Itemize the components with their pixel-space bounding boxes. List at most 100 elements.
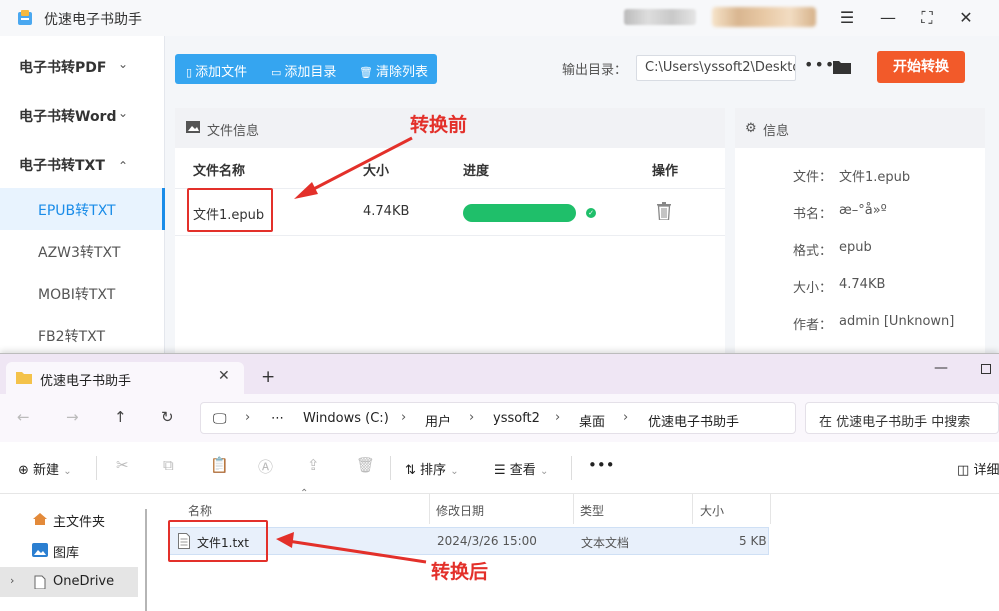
chevron-right-icon[interactable]: › [10,574,14,587]
sort-label: 排序 [420,463,447,478]
chevron-down-icon: ⌄ [63,466,72,477]
app-title: 优速电子书助手 [44,12,142,28]
clear-list-button[interactable]: 🗑 清除列表 [359,61,428,80]
nav-item-home[interactable]: 主文件夹 [0,504,138,534]
sidebar-item-label: AZW3转TXT [38,245,121,261]
more-options-button[interactable]: ••• [588,456,615,474]
sidebar-item-azw3-txt[interactable]: AZW3转TXT [0,230,165,272]
menu-icon[interactable]: ☰ [837,8,857,28]
image-icon [186,121,200,133]
browse-more-button[interactable]: ••• [804,55,835,74]
maximize-icon[interactable] [981,364,991,374]
explorer-command-bar: ⊕ 新建 ⌄ ✂ ⧉ 📋 Ⓐ ⇪ 🗑 ⇅ 排序 ⌄ ☰ 查看 ⌄ ••• ◫ 详… [0,442,999,494]
column-divider[interactable] [429,494,430,524]
sidebar-group-word[interactable]: 电子书转Word ⌄ [0,91,165,139]
column-header-type[interactable]: 类型 [580,502,604,519]
refresh-icon[interactable]: ↻ [161,408,174,426]
chevron-down-icon: ⌄ [450,466,459,477]
highlight-box-before [187,188,273,232]
folder-icon: ▭ [271,66,282,79]
divider [571,456,572,480]
gear-icon: ⚙ [745,121,757,136]
view-button[interactable]: ☰ 查看 ⌄ [494,459,548,478]
column-header-size[interactable]: 大小 [700,502,724,519]
new-label: 新建 [33,463,60,478]
info-row-size: 大小： 4.74KB [793,277,885,296]
sidebar-item-label: FB2转TXT [38,329,106,345]
up-icon[interactable]: ↑ [114,408,127,426]
details-button[interactable]: ◫ 详细 [957,459,999,478]
close-icon[interactable]: ✕ [956,8,976,28]
breadcrumb-separator: › [245,410,251,425]
column-header-date[interactable]: 修改日期 [436,502,484,519]
column-divider[interactable] [573,494,574,524]
chevron-down-icon: ⌄ [539,466,549,477]
share-icon[interactable]: ⇪ [307,456,320,474]
copy-icon[interactable]: ⧉ [163,456,174,474]
column-header-name[interactable]: 名称 [188,502,212,519]
view-label: 查看 [509,463,536,478]
back-icon[interactable]: ← [17,408,30,426]
explorer-address-bar: ← → ↑ ↻ 🖵 › ⋯ Windows (C:) › 用户 › yssoft… [0,394,999,442]
sidebar-item-label: EPUB转TXT [38,203,116,219]
column-header-action: 操作 [652,164,679,179]
minimize-icon[interactable]: — [878,8,898,28]
search-input[interactable]: 在 优速电子书助手 中搜索 [805,402,999,434]
close-tab-icon[interactable]: ✕ [218,368,230,384]
nav-pane-scrollbar[interactable] [145,509,147,611]
add-file-label: 添加文件 [195,65,248,80]
plus-circle-icon: ⊕ [18,463,29,478]
add-file-button[interactable]: ▯ 添加文件 [186,61,247,80]
breadcrumb-user[interactable]: yssoft2 [493,411,540,426]
info-row-title: 书名： æ–°å»º [793,203,887,222]
view-icon: ☰ [494,463,506,478]
explorer-nav-pane: 主文件夹 图库 › OneDrive [0,494,145,611]
info-value: æ–°å»º [839,203,887,218]
arrow-annotation-before [294,136,413,199]
folder-icon [16,372,32,384]
address-input[interactable]: 🖵 › ⋯ Windows (C:) › 用户 › yssoft2 › 桌面 ›… [200,402,796,434]
rename-icon[interactable]: Ⓐ [258,456,273,477]
sort-ascending-icon: ⌃ [300,488,309,499]
forward-icon[interactable]: → [66,408,79,426]
explorer-tab[interactable]: 优速电子书助手 ✕ [6,362,244,394]
file-modified: 2024/3/26 15:00 [437,534,537,548]
nav-item-gallery[interactable]: 图库 [0,535,138,565]
new-tab-icon[interactable]: + [261,367,275,387]
breadcrumb-drive[interactable]: Windows (C:) [303,411,389,426]
breadcrumb-separator: › [401,410,407,425]
sidebar-group-label: 电子书转TXT [19,158,105,174]
breadcrumb-desktop[interactable]: 桌面 [579,411,605,430]
output-dir-input[interactable]: C:\Users\yssoft2\Desktop [636,55,796,81]
arrow-annotation-after [276,532,427,564]
breadcrumb-users[interactable]: 用户 [425,411,451,430]
annotation-after: 转换后 [431,561,489,583]
nav-item-onedrive[interactable]: › OneDrive [0,567,138,597]
divider [96,456,97,480]
delete-icon[interactable]: 🗑 [356,456,375,474]
info-value: epub [839,240,872,255]
sort-button[interactable]: ⇅ 排序 ⌄ [405,459,459,478]
column-divider[interactable] [692,494,693,524]
minimize-icon[interactable]: — [934,360,948,376]
sidebar-item-mobi-txt[interactable]: MOBI转TXT [0,272,165,314]
info-label: 大小： [793,281,833,296]
breadcrumb-current[interactable]: 优速电子书助手 [648,411,739,430]
paste-icon[interactable]: 📋 [210,456,229,474]
cut-icon[interactable]: ✂ [116,456,129,474]
file-size: 5 KB [739,534,767,548]
start-convert-button[interactable]: 开始转换 [877,51,965,83]
sidebar-item-fb2-txt[interactable]: FB2转TXT [0,314,165,356]
sidebar-group-txt[interactable]: 电子书转TXT ⌃ [0,140,165,188]
maximize-icon[interactable]: ⛶ [917,8,937,28]
onedrive-icon [34,575,46,589]
sidebar-item-epub-txt[interactable]: EPUB转TXT [0,188,165,230]
breadcrumb-more-icon[interactable]: ⋯ [271,411,284,426]
open-folder-icon[interactable] [832,58,852,75]
sidebar-group-pdf[interactable]: 电子书转PDF ⌄ [0,42,165,90]
new-button[interactable]: ⊕ 新建 ⌄ [18,459,72,478]
nav-item-label: 主文件夹 [53,515,106,530]
delete-icon[interactable] [657,202,671,220]
column-divider[interactable] [770,494,771,524]
add-folder-button[interactable]: ▭ 添加目录 [271,61,336,80]
